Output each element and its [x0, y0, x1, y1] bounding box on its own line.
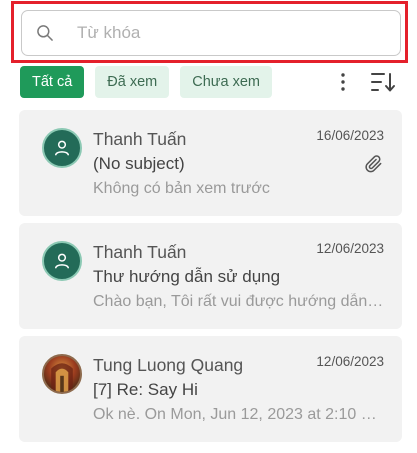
mail-list-item[interactable]: Tung Luong Quang 12/06/2023 [7] Re: Say …: [19, 336, 402, 442]
filter-unread-button[interactable]: Chưa xem: [180, 66, 272, 98]
mail-date: 16/06/2023: [316, 128, 384, 143]
filter-read-button[interactable]: Đã xem: [95, 66, 170, 98]
user-icon: [55, 140, 69, 156]
mail-sender: Thanh Tuấn: [93, 242, 187, 262]
filter-bar: Tất cả Đã xem Chưa xem: [20, 66, 397, 98]
mail-list-item[interactable]: Thanh Tuấn 16/06/2023 (No subject) Không…: [19, 110, 402, 216]
mail-subject: [7] Re: Say Hi: [93, 380, 198, 399]
avatar: [42, 128, 82, 168]
mail-preview: Chào bạn, Tôi rất vui được hướng dẫn bạn…: [93, 293, 385, 310]
search-input[interactable]: [77, 23, 377, 43]
sort-icon: [371, 73, 395, 92]
paperclip-icon: [365, 155, 382, 173]
mail-preview: Ok nè. On Mon, Jun 12, 2023 at 2:10 PM w…: [93, 406, 385, 423]
user-icon: [55, 253, 69, 269]
mail-inbox-screen: Tất cả Đã xem Chưa xem: [0, 0, 417, 453]
avatar-photo: [51, 363, 73, 392]
sort-button[interactable]: [369, 66, 397, 98]
mail-subject: Thư hướng dẫn sử dụng: [93, 267, 281, 286]
more-vertical-icon: [341, 73, 345, 91]
mail-sender: Thanh Tuấn: [93, 129, 187, 149]
more-options-button[interactable]: [331, 66, 355, 98]
mail-preview: Không có bản xem trước: [93, 180, 270, 197]
search-icon: [37, 25, 53, 41]
avatar: [42, 241, 82, 281]
mail-date: 12/06/2023: [316, 354, 384, 369]
search-box[interactable]: [21, 10, 401, 56]
mail-date: 12/06/2023: [316, 241, 384, 256]
mail-list: Thanh Tuấn 16/06/2023 (No subject) Không…: [19, 110, 402, 449]
filter-all-button[interactable]: Tất cả: [20, 66, 85, 98]
mail-sender: Tung Luong Quang: [93, 355, 244, 375]
mail-list-item[interactable]: Thanh Tuấn 12/06/2023 Thư hướng dẫn sử d…: [19, 223, 402, 329]
mail-subject: (No subject): [93, 154, 185, 173]
avatar: [42, 354, 82, 394]
